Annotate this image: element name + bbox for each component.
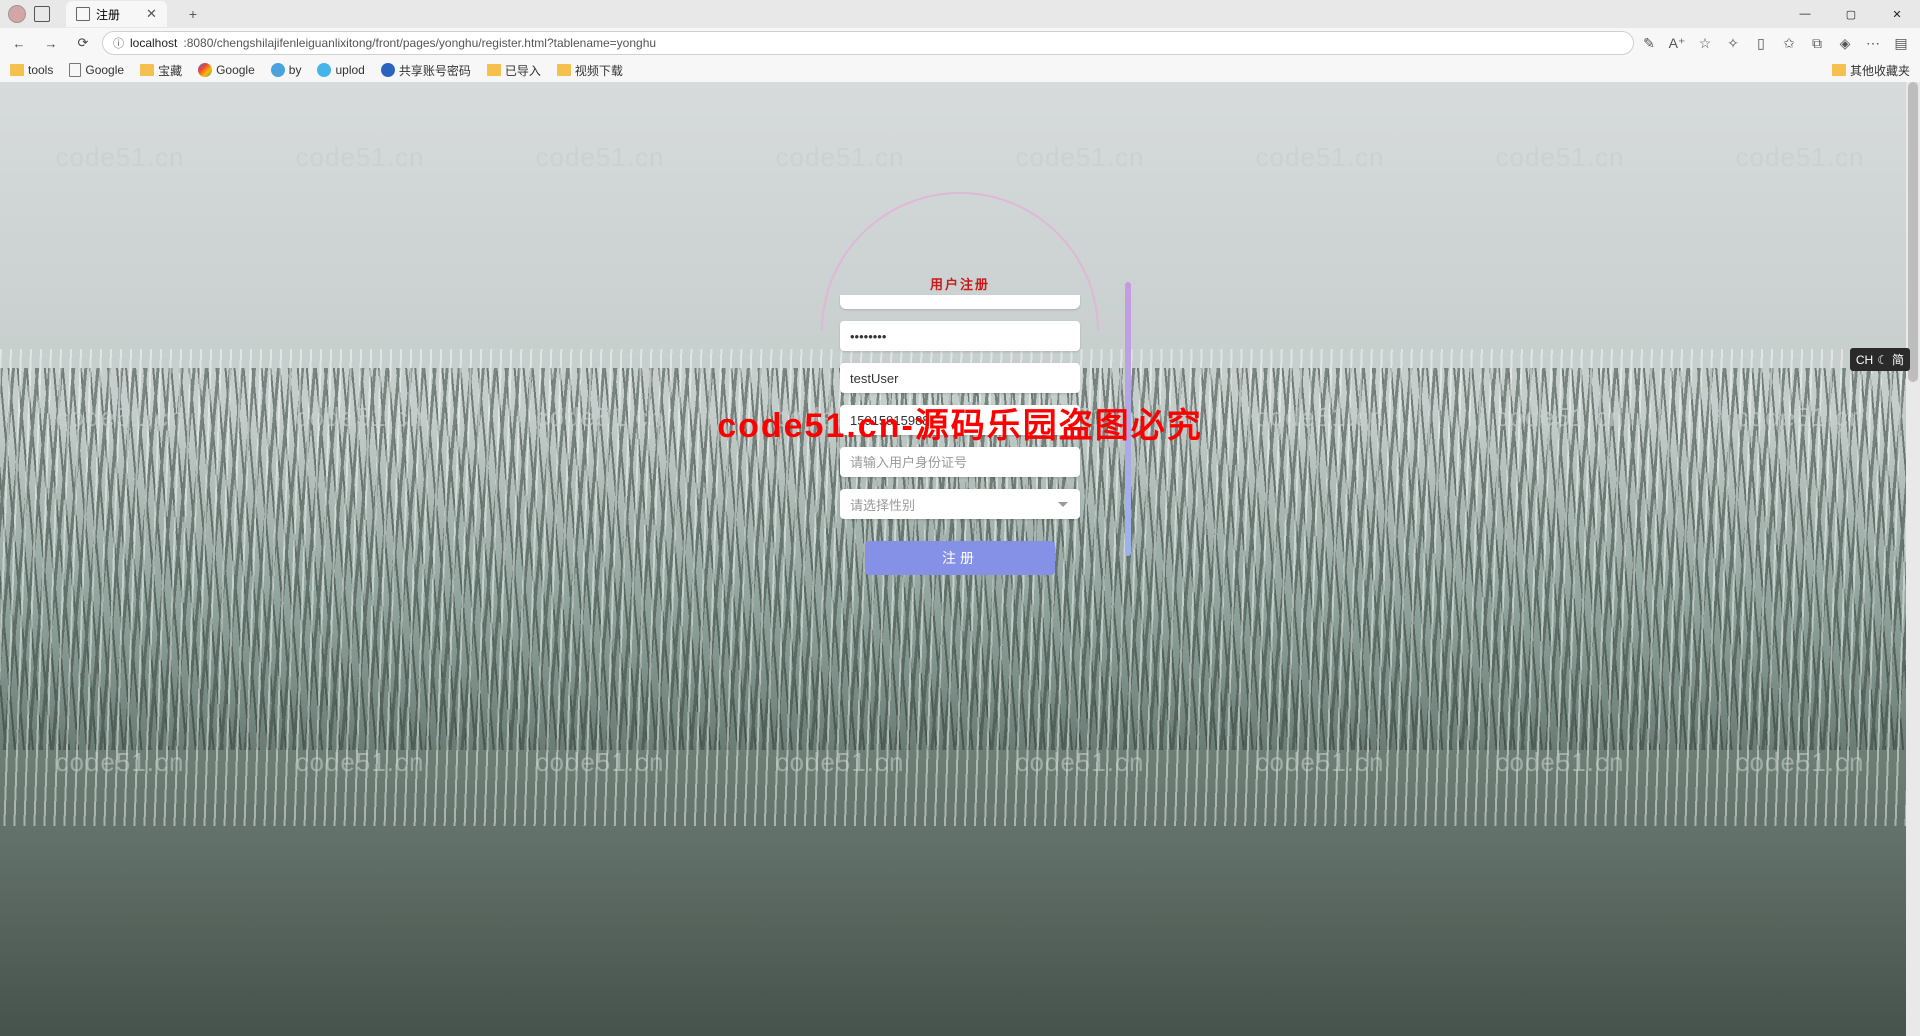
address-bar-row: ← → ⟳ ⓘ localhost :8080/chengshilajifenle… (0, 28, 1920, 58)
read-aloud-icon[interactable]: A⁺ (1668, 34, 1686, 52)
toolbar-extensions: ✎ A⁺ ☆ ✧ ▯ ✩ ⧉ ◈ ⋯ ▤ (1640, 34, 1914, 52)
bookmark-by[interactable]: by (271, 63, 302, 77)
scrollbar-thumb[interactable] (1908, 82, 1918, 382)
folder-icon (10, 64, 24, 76)
extension-puzzle-icon[interactable]: ✧ (1724, 34, 1742, 52)
forward-button[interactable]: → (38, 30, 64, 56)
folder-icon (487, 64, 501, 76)
form-side-accent (1125, 282, 1131, 556)
window-close-button[interactable]: ✕ (1874, 0, 1920, 28)
window-titlebar: 注册 ✕ + — ▢ ✕ (0, 0, 1920, 28)
page-favicon-icon (76, 7, 90, 21)
new-tab-button[interactable]: + (181, 2, 205, 26)
google-icon (198, 63, 212, 77)
vertical-scrollbar[interactable] (1906, 82, 1920, 1036)
gender-select[interactable]: 请选择性别 (840, 489, 1080, 519)
link-icon (271, 63, 285, 77)
url-path: :8080/chengshilajifenleiguanlixitong/fro… (183, 36, 656, 50)
tab-title: 注册 (96, 6, 120, 23)
username-input[interactable] (840, 363, 1080, 393)
more-icon[interactable]: ⋯ (1864, 34, 1882, 52)
form-title: 用户注册 (821, 274, 1099, 293)
bookmark-uplod[interactable]: uplod (317, 63, 364, 77)
ime-moon-icon: ☾ (1877, 353, 1888, 367)
favorite-icon[interactable]: ☆ (1696, 34, 1714, 52)
link-icon (317, 63, 331, 77)
phone-input[interactable] (840, 405, 1080, 435)
bookmark-google2[interactable]: Google (198, 63, 255, 77)
folder-icon (557, 64, 571, 76)
bookmark-other[interactable]: 其他收藏夹 (1832, 62, 1910, 79)
page-viewport: code51.cncode51.cncode51.cncode51.cncode… (0, 82, 1920, 1036)
extension2-icon[interactable]: ◈ (1836, 34, 1854, 52)
bookmark-imported[interactable]: 已导入 (487, 62, 541, 79)
folder-icon (1832, 64, 1846, 76)
account-input[interactable] (840, 295, 1080, 309)
collections-icon[interactable]: ▯ (1752, 34, 1770, 52)
site-info-icon[interactable]: ⓘ (113, 35, 124, 51)
address-bar[interactable]: ⓘ localhost :8080/chengshilajifenleiguanl… (102, 31, 1634, 55)
favorites-bar-icon[interactable]: ✩ (1780, 34, 1798, 52)
ime-indicator[interactable]: CH ☾ 简 (1850, 348, 1910, 371)
bookmark-shared-accounts[interactable]: 共享账号密码 (381, 62, 471, 79)
edit-icon[interactable]: ✎ (1640, 34, 1658, 52)
link-icon (381, 63, 395, 77)
bookmark-treasure[interactable]: 宝藏 (140, 62, 182, 79)
bookmarks-bar: tools Google 宝藏 Google by uplod 共享账号密码 已… (0, 58, 1920, 82)
register-form: 用户注册 请选择性别 注册 (821, 192, 1099, 575)
folder-icon (140, 64, 154, 76)
window-minimize-button[interactable]: — (1782, 0, 1828, 28)
bookmark-video-download[interactable]: 视频下载 (557, 62, 623, 79)
back-button[interactable]: ← (6, 30, 32, 56)
profile-avatar-icon[interactable] (8, 5, 26, 23)
sidebar-icon[interactable]: ▤ (1892, 34, 1910, 52)
bookmark-tools[interactable]: tools (10, 63, 53, 77)
ime-mode: 简 (1892, 351, 1904, 368)
page-icon (69, 63, 81, 77)
refresh-button[interactable]: ⟳ (70, 30, 96, 56)
tab-actions-icon[interactable] (34, 6, 50, 22)
register-button[interactable]: 注册 (865, 541, 1055, 575)
bookmark-google[interactable]: Google (69, 63, 124, 77)
url-host: localhost (130, 36, 177, 50)
password-input[interactable] (840, 321, 1080, 351)
idcard-input[interactable] (840, 447, 1080, 477)
browser-chrome: 注册 ✕ + — ▢ ✕ ← → ⟳ ⓘ localhost :8080/chen… (0, 0, 1920, 82)
close-tab-icon[interactable]: ✕ (146, 6, 157, 22)
history-icon[interactable]: ⧉ (1808, 34, 1826, 52)
browser-tab-active[interactable]: 注册 ✕ (66, 1, 167, 27)
ime-lang: CH (1856, 353, 1873, 367)
window-maximize-button[interactable]: ▢ (1828, 0, 1874, 28)
